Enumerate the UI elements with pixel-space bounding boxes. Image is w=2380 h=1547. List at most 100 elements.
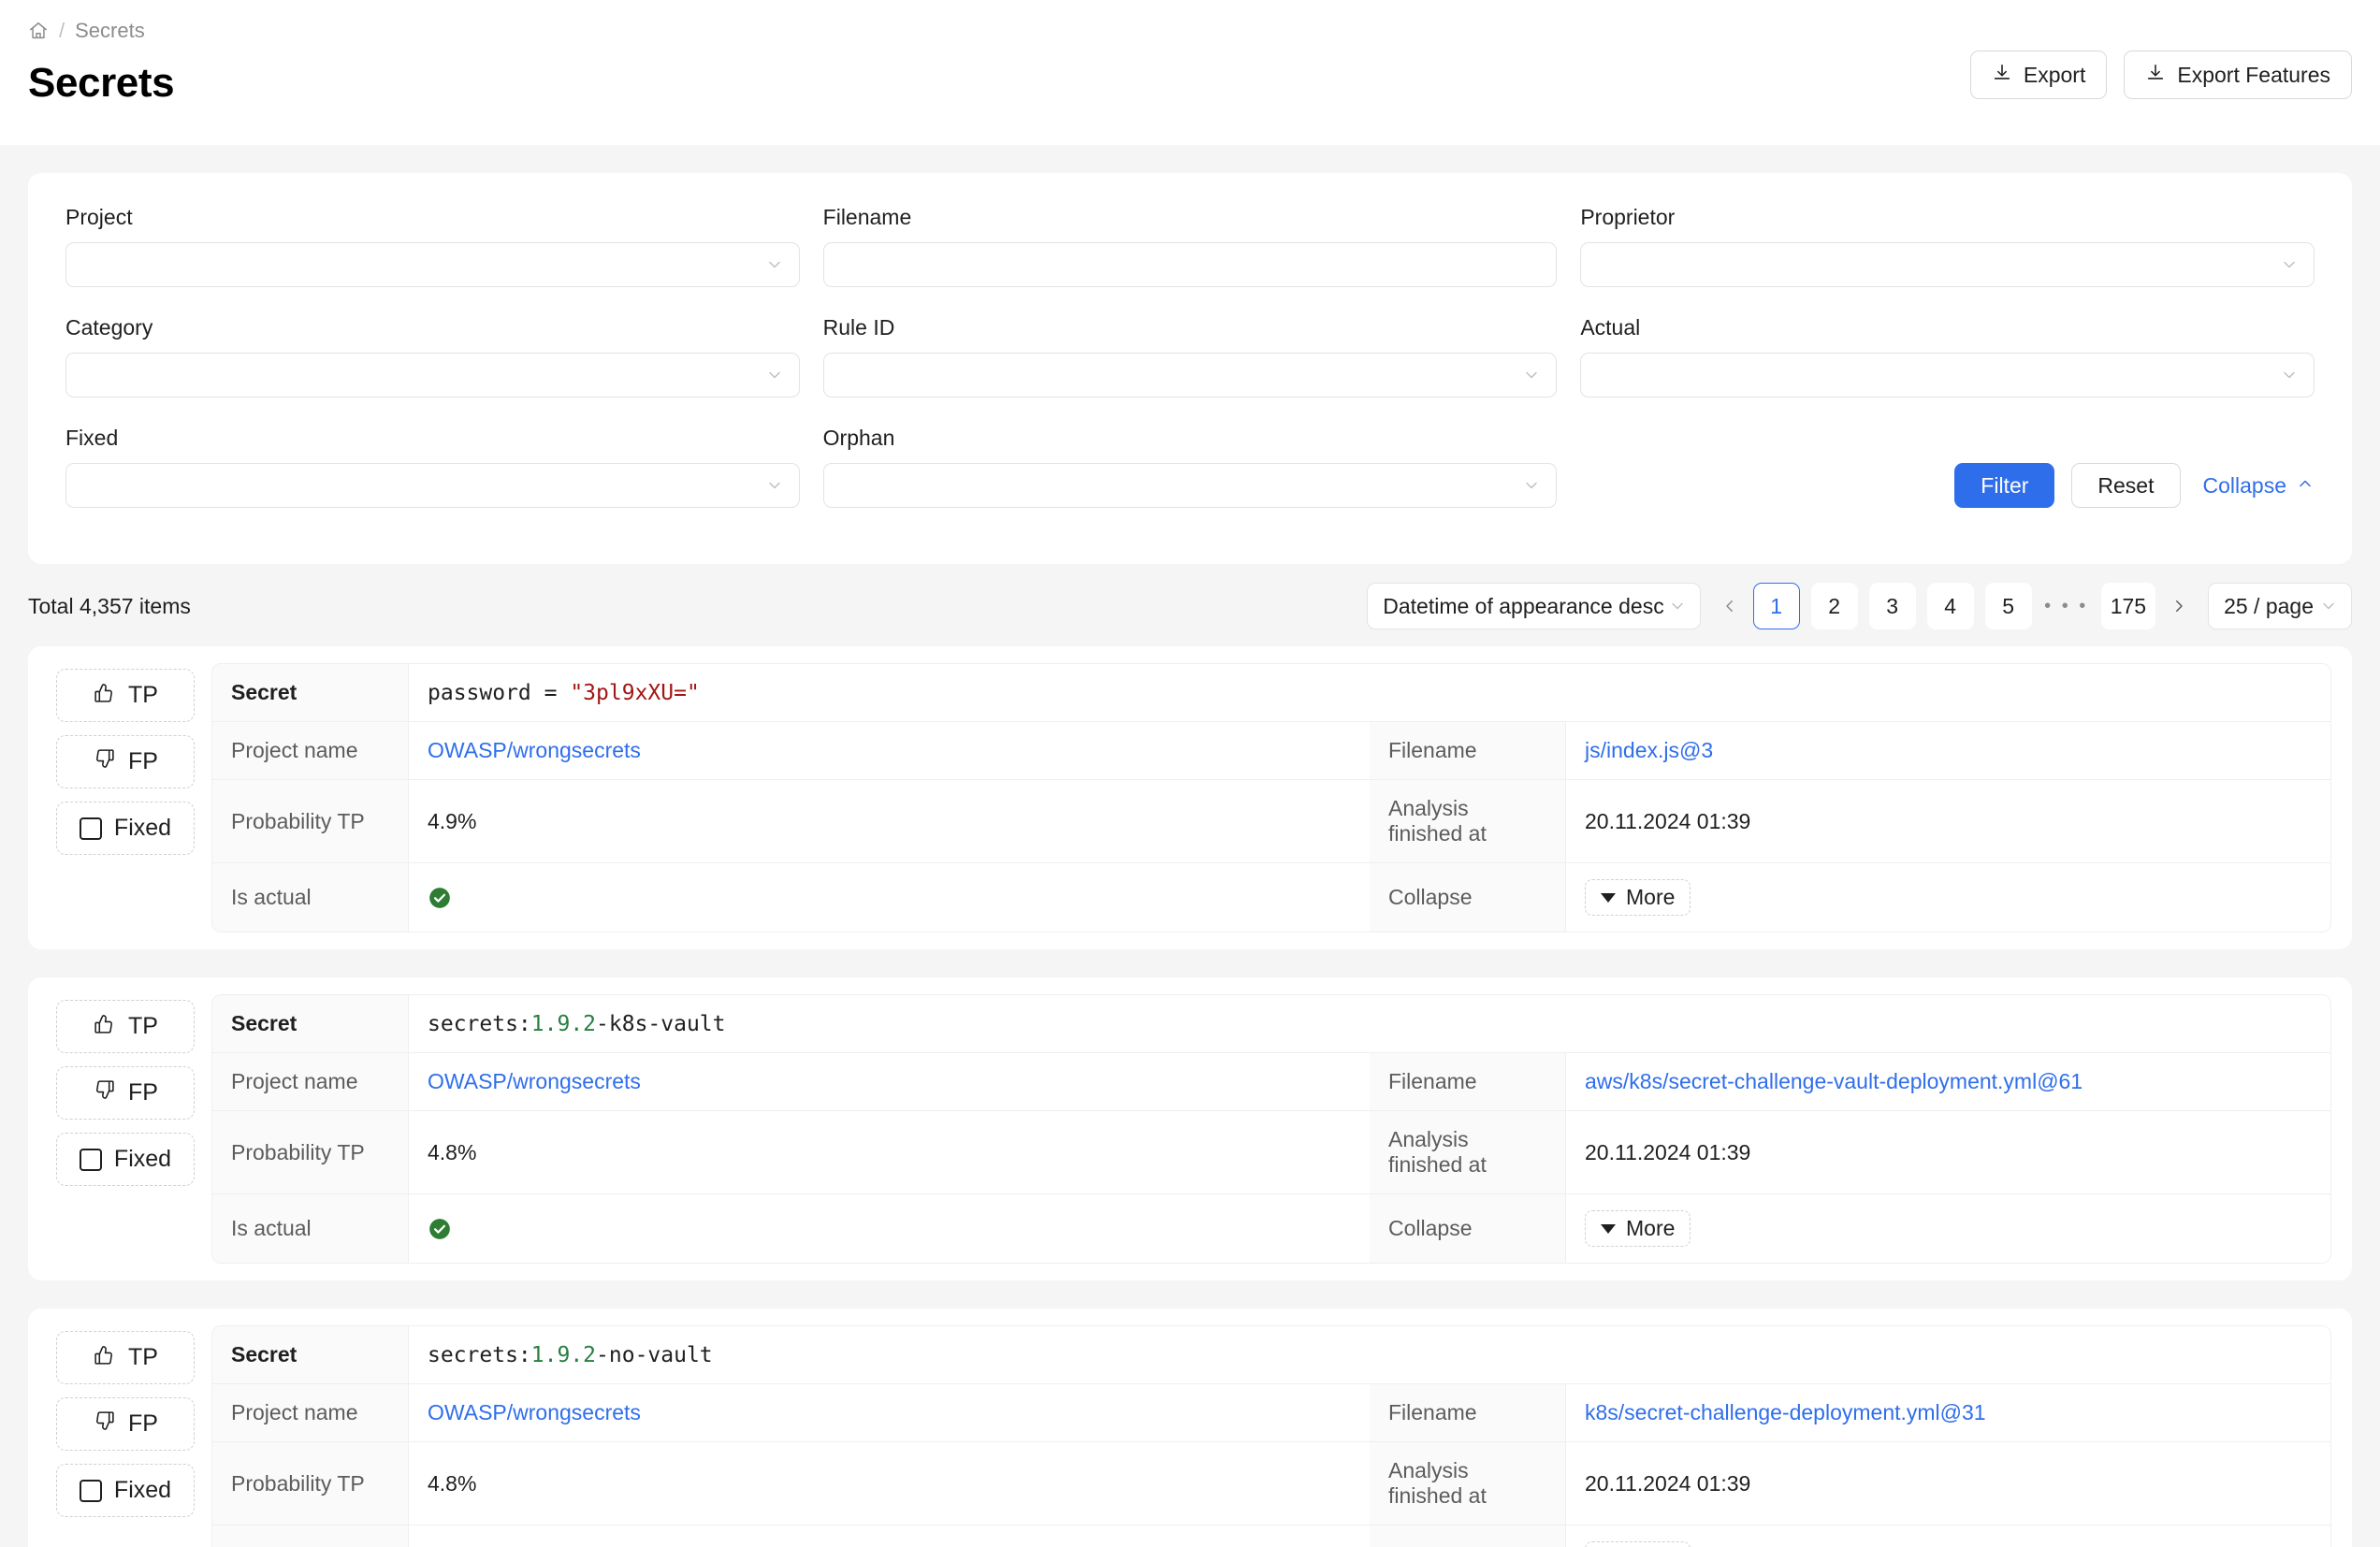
filename-link[interactable]: k8s/secret-challenge-deployment.yml@31: [1585, 1400, 1986, 1425]
pagination: 1 2 3 4 5 • • • 175: [1718, 583, 2191, 629]
filename-link[interactable]: aws/k8s/secret-challenge-vault-deploymen…: [1585, 1069, 2082, 1094]
thumbs-up-icon: [93, 681, 116, 711]
page-size-select[interactable]: 25 / page: [2208, 583, 2352, 629]
filter-button[interactable]: Filter: [1954, 463, 2055, 508]
reset-button[interactable]: Reset: [2071, 463, 2181, 508]
value-project-name: OWASP/wrongsecrets: [409, 1384, 1370, 1441]
mark-fixed-checkbox[interactable]: Fixed: [56, 1464, 195, 1517]
more-button[interactable]: More: [1585, 1210, 1691, 1247]
category-select[interactable]: [65, 353, 800, 398]
filter-field-fixed: Fixed: [65, 426, 800, 508]
collapse-toggle-label: Collapse: [2202, 472, 2287, 498]
label-analysis-finished-at: Analysis finished at: [1370, 1111, 1566, 1193]
mark-fixed-label: Fixed: [113, 1146, 172, 1172]
project-name-link[interactable]: OWASP/wrongsecrets: [428, 1069, 641, 1094]
secret-code: secrets:1.9.2-k8s-vault: [428, 1011, 726, 1036]
table-row: Probability TP 4.8% Analysis finished at…: [212, 1442, 2330, 1525]
toolbar-right: Datetime of appearance desc 1 2 3 4 5 • …: [1367, 583, 2352, 629]
filename-input[interactable]: [822, 242, 1558, 287]
pagination-page-4[interactable]: 4: [1926, 583, 1974, 629]
mark-fp-button[interactable]: FP: [56, 1397, 195, 1451]
mark-actions: TP FP Fixed: [49, 663, 211, 855]
pagination-next[interactable]: [2167, 583, 2191, 629]
table-row: Project name OWASP/wrongsecrets Filename…: [212, 1053, 2330, 1111]
export-features-button[interactable]: Export Features: [2124, 51, 2352, 99]
project-select[interactable]: [65, 242, 800, 287]
label-filename: Filename: [1370, 1053, 1566, 1110]
orphan-select[interactable]: [822, 463, 1558, 508]
more-button[interactable]: More: [1585, 879, 1691, 916]
value-filename: js/index.js@3: [1566, 722, 2330, 779]
table-row: Is actual Collapse More: [212, 1194, 2330, 1263]
value-filename: k8s/secret-challenge-deployment.yml@31: [1566, 1384, 2330, 1441]
value-analysis-finished-at: 20.11.2024 01:39: [1566, 1111, 2330, 1193]
secret-details-table: Secret password = "3pl9xXU=" Project nam…: [211, 663, 2331, 933]
mark-actions: TP FP Fixed: [49, 1325, 211, 1517]
pagination-page-1[interactable]: 1: [1752, 583, 1800, 629]
secret-code: secrets:1.9.2-no-vault: [428, 1342, 713, 1367]
table-row: Secret password = "3pl9xXU=": [212, 664, 2330, 722]
value-project-name: OWASP/wrongsecrets: [409, 722, 1370, 779]
rule-id-select[interactable]: [822, 353, 1558, 398]
project-name-link[interactable]: OWASP/wrongsecrets: [428, 1400, 641, 1425]
pagination-ellipsis[interactable]: • • •: [2043, 583, 2090, 629]
breadcrumb-separator: /: [59, 19, 65, 42]
mark-fp-button[interactable]: FP: [56, 735, 195, 788]
label-secret: Secret: [212, 995, 409, 1052]
mark-fixed-checkbox[interactable]: Fixed: [56, 802, 195, 855]
filter-label-actual: Actual: [1580, 315, 1641, 340]
more-button-label: More: [1626, 1216, 1676, 1240]
value-probability-tp: 4.8%: [409, 1111, 1370, 1193]
export-button[interactable]: Export: [1969, 51, 2108, 99]
table-row: Is actual Collapse More: [212, 863, 2330, 932]
mark-tp-button[interactable]: TP: [56, 669, 195, 722]
page-size-value: 25 / page: [2224, 593, 2314, 618]
actual-select[interactable]: [1580, 353, 2315, 398]
pagination-prev[interactable]: [1718, 583, 1742, 629]
label-secret: Secret: [212, 1326, 409, 1383]
chevron-down-icon: [1522, 366, 1541, 384]
mark-fp-label: FP: [128, 1079, 158, 1106]
value-secret: password = "3pl9xXU=": [409, 664, 2330, 721]
label-probability-tp: Probability TP: [212, 1442, 409, 1525]
filename-link[interactable]: js/index.js@3: [1585, 738, 1713, 763]
label-collapse: Collapse: [1370, 863, 1566, 932]
list-toolbar: Total 4,357 items Datetime of appearance…: [0, 564, 2380, 646]
fixed-select[interactable]: [65, 463, 800, 508]
value-secret: secrets:1.9.2-k8s-vault: [409, 995, 2330, 1052]
secret-card: TP FP Fixed Secret secrets:1.: [28, 1308, 2352, 1547]
pagination-page-last[interactable]: 175: [2100, 583, 2156, 629]
filter-label-proprietor: Proprietor: [1580, 205, 1676, 229]
value-analysis-finished-at: 20.11.2024 01:39: [1566, 1442, 2330, 1525]
filter-field-filename: Filename: [822, 205, 1558, 287]
mark-fp-button[interactable]: FP: [56, 1066, 195, 1120]
value-probability-tp: 4.8%: [409, 1442, 1370, 1525]
thumbs-down-icon: [93, 747, 116, 777]
mark-fixed-checkbox[interactable]: Fixed: [56, 1133, 195, 1186]
value-collapse: More: [1566, 863, 2330, 932]
mark-tp-label: TP: [128, 1013, 158, 1039]
sort-select[interactable]: Datetime of appearance desc: [1367, 583, 1701, 629]
mark-tp-button[interactable]: TP: [56, 1331, 195, 1384]
collapse-toggle[interactable]: Collapse: [2203, 473, 2315, 499]
project-name-link[interactable]: OWASP/wrongsecrets: [428, 738, 641, 763]
value-filename: aws/k8s/secret-challenge-vault-deploymen…: [1566, 1053, 2330, 1110]
secret-card: TP FP Fixed Secret password = "3pl9xXU="…: [28, 646, 2352, 949]
chevron-down-icon: [765, 255, 784, 274]
proprietor-select[interactable]: [1580, 242, 2315, 287]
label-is-actual: Is actual: [212, 863, 409, 932]
checkbox-icon: [79, 817, 102, 840]
breadcrumb-item-secrets[interactable]: Secrets: [75, 19, 145, 43]
thumbs-down-icon: [93, 1410, 116, 1439]
home-icon[interactable]: [28, 21, 49, 41]
filter-section: Project Filename Proprietor Category Rul…: [0, 145, 2380, 564]
more-button[interactable]: More: [1585, 1541, 1691, 1547]
mark-tp-button[interactable]: TP: [56, 1000, 195, 1053]
secret-code: password = "3pl9xXU=": [428, 680, 700, 705]
filter-actions: Filter Reset Collapse: [1580, 463, 2315, 508]
value-analysis-finished-at: 20.11.2024 01:39: [1566, 780, 2330, 862]
pagination-page-2[interactable]: 2: [1810, 583, 1858, 629]
pagination-page-5[interactable]: 5: [1984, 583, 2032, 629]
pagination-page-3[interactable]: 3: [1868, 583, 1916, 629]
label-analysis-finished-at: Analysis finished at: [1370, 780, 1566, 862]
